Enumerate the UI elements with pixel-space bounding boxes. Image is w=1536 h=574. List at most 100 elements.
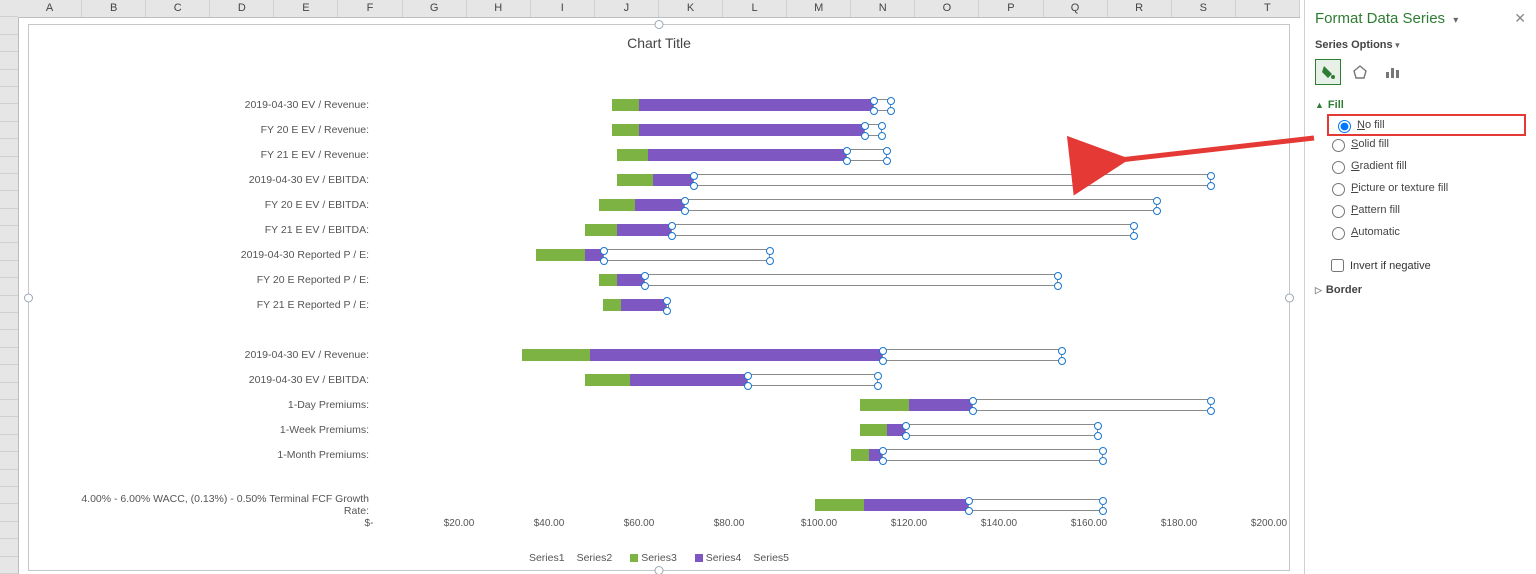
fill-option-picture-or-texture-fill[interactable]: Picture or texture fill: [1327, 177, 1526, 199]
series5-segment-selected[interactable]: [684, 199, 1157, 211]
series3-segment[interactable]: [585, 374, 630, 386]
row-header[interactable]: [0, 400, 18, 417]
category-axis-label[interactable]: 1-Month Premiums:: [69, 449, 369, 461]
series3-segment[interactable]: [617, 174, 653, 186]
legend-item[interactable]: Series5: [753, 552, 789, 564]
row-header[interactable]: [0, 365, 18, 382]
data-point-handle[interactable]: [641, 282, 649, 290]
data-point-handle[interactable]: [1058, 347, 1066, 355]
data-point-handle[interactable]: [766, 257, 774, 265]
category-axis-label[interactable]: FY 21 E Reported P / E:: [69, 299, 369, 311]
bar-row[interactable]: [369, 324, 1269, 336]
bar-row[interactable]: [369, 299, 1269, 311]
column-header[interactable]: T: [1236, 0, 1300, 17]
fill-radio[interactable]: [1338, 120, 1351, 133]
data-point-handle[interactable]: [1207, 397, 1215, 405]
row-number-gutter[interactable]: [0, 0, 19, 574]
row-header[interactable]: [0, 70, 18, 87]
data-point-handle[interactable]: [766, 247, 774, 255]
data-point-handle[interactable]: [663, 307, 671, 315]
series3-segment[interactable]: [851, 449, 869, 461]
series3-segment[interactable]: [860, 424, 887, 436]
series4-segment[interactable]: [864, 499, 968, 511]
column-header[interactable]: Q: [1044, 0, 1108, 17]
column-header[interactable]: I: [531, 0, 595, 17]
data-point-handle[interactable]: [902, 432, 910, 440]
data-point-handle[interactable]: [1099, 447, 1107, 455]
data-point-handle[interactable]: [1058, 357, 1066, 365]
series5-segment-selected[interactable]: [972, 399, 1211, 411]
data-point-handle[interactable]: [681, 207, 689, 215]
series5-segment-selected[interactable]: [671, 224, 1135, 236]
fill-radio[interactable]: [1332, 161, 1345, 174]
row-header[interactable]: [0, 470, 18, 487]
data-point-handle[interactable]: [690, 172, 698, 180]
row-header[interactable]: [0, 174, 18, 191]
data-point-handle[interactable]: [870, 97, 878, 105]
series3-segment[interactable]: [599, 274, 617, 286]
fill-section-header[interactable]: ▲Fill: [1315, 99, 1526, 111]
x-axis[interactable]: $-$20.00$40.00$60.00$80.00$100.00$120.00…: [369, 518, 1269, 534]
category-axis-label[interactable]: 1-Day Premiums:: [69, 399, 369, 411]
series5-segment-selected[interactable]: [882, 449, 1103, 461]
row-header[interactable]: [0, 435, 18, 452]
fill-radio[interactable]: [1332, 139, 1345, 152]
data-point-handle[interactable]: [861, 132, 869, 140]
data-point-handle[interactable]: [1207, 407, 1215, 415]
data-point-handle[interactable]: [1130, 232, 1138, 240]
border-section-header[interactable]: ▷Border: [1315, 284, 1526, 296]
bar-row[interactable]: [369, 349, 1269, 361]
row-header[interactable]: [0, 313, 18, 330]
column-header[interactable]: B: [82, 0, 146, 17]
column-header[interactable]: R: [1108, 0, 1172, 17]
column-header[interactable]: P: [979, 0, 1043, 17]
row-header[interactable]: [0, 139, 18, 156]
series5-segment-selected[interactable]: [666, 299, 669, 311]
data-point-handle[interactable]: [902, 422, 910, 430]
data-point-handle[interactable]: [681, 197, 689, 205]
chart-title[interactable]: Chart Title: [29, 25, 1289, 55]
data-point-handle[interactable]: [883, 157, 891, 165]
series3-segment[interactable]: [617, 149, 649, 161]
data-point-handle[interactable]: [874, 372, 882, 380]
series5-segment-selected[interactable]: [747, 374, 878, 386]
bar-row[interactable]: [369, 224, 1269, 236]
category-axis-label[interactable]: FY 21 E EV / Revenue:: [69, 149, 369, 161]
legend-item[interactable]: Series1: [529, 552, 565, 564]
row-header[interactable]: [0, 348, 18, 365]
bar-row[interactable]: [369, 99, 1269, 111]
legend-item[interactable]: Series3: [624, 552, 677, 564]
series5-segment-selected[interactable]: [882, 349, 1062, 361]
bar-row[interactable]: [369, 424, 1269, 436]
data-point-handle[interactable]: [843, 147, 851, 155]
series3-segment[interactable]: [815, 499, 865, 511]
data-point-handle[interactable]: [879, 347, 887, 355]
close-icon[interactable]: ✕: [1514, 10, 1526, 27]
legend[interactable]: Series1Series2Series3Series4Series5: [29, 552, 1289, 564]
column-header[interactable]: O: [915, 0, 979, 17]
fill-option-gradient-fill[interactable]: Gradient fill: [1327, 155, 1526, 177]
data-point-handle[interactable]: [1094, 422, 1102, 430]
bar-row[interactable]: [369, 274, 1269, 286]
data-point-handle[interactable]: [600, 257, 608, 265]
row-header[interactable]: [0, 209, 18, 226]
fill-radio[interactable]: [1332, 227, 1345, 240]
row-header[interactable]: [0, 383, 18, 400]
column-header[interactable]: A: [18, 0, 82, 17]
column-header[interactable]: D: [210, 0, 274, 17]
series4-segment[interactable]: [621, 299, 666, 311]
row-header[interactable]: [0, 296, 18, 313]
bar-row[interactable]: [369, 149, 1269, 161]
data-point-handle[interactable]: [883, 147, 891, 155]
series4-segment[interactable]: [639, 99, 873, 111]
data-point-handle[interactable]: [1099, 507, 1107, 515]
data-point-handle[interactable]: [1153, 207, 1161, 215]
selection-handle[interactable]: [1285, 293, 1294, 302]
series3-segment[interactable]: [860, 399, 910, 411]
bar-row[interactable]: [369, 124, 1269, 136]
data-point-handle[interactable]: [878, 132, 886, 140]
column-header[interactable]: S: [1172, 0, 1236, 17]
legend-item[interactable]: Series4: [689, 552, 742, 564]
category-axis-label[interactable]: 2019-04-30 Reported P / E:: [69, 249, 369, 261]
row-header[interactable]: [0, 122, 18, 139]
